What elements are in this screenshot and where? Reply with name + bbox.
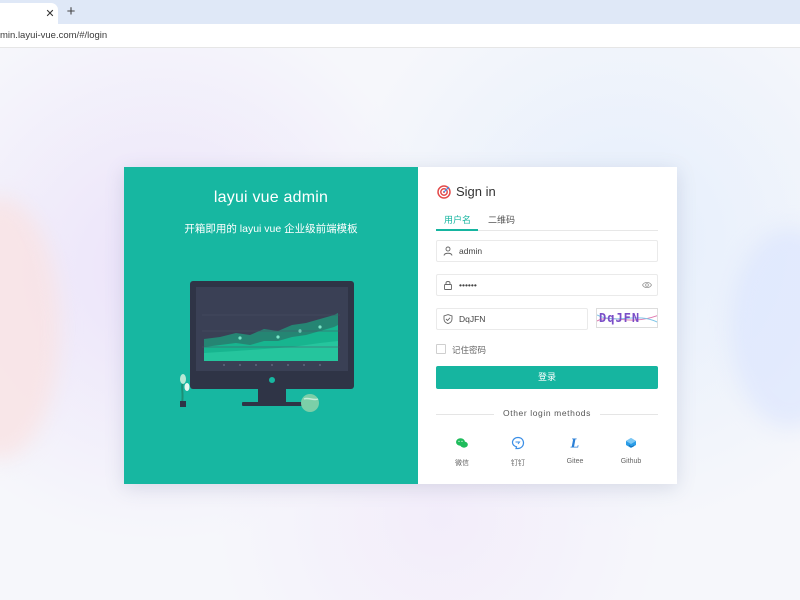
login-tabs: 用户名 二维码 [436, 209, 658, 231]
password-field[interactable]: •••••• [436, 274, 658, 296]
captcha-value[interactable]: DqJFN [459, 314, 485, 324]
tab-username[interactable]: 用户名 [444, 213, 471, 226]
captcha-field[interactable]: DqJFN [436, 308, 588, 330]
shield-check-icon [443, 314, 453, 324]
github-icon[interactable] [624, 436, 638, 450]
user-icon [443, 246, 453, 256]
brand-subtitle: 开箱即用的 layui vue 企业级前端模板 [184, 223, 358, 235]
signin-panel: Sign in 用户名 二维码 admin •••••• DqJFN DqJFN… [418, 167, 677, 484]
login-method-dingtalk[interactable]: 钉钉 [500, 433, 536, 473]
other-methods-label: Other login methods [503, 408, 591, 418]
login-button[interactable]: 登录 [436, 366, 658, 389]
dingtalk-icon[interactable] [511, 436, 525, 450]
background-blob-left [0, 198, 60, 458]
close-tab-icon[interactable]: ✕ [44, 8, 56, 20]
tab-qrcode[interactable]: 二维码 [488, 213, 515, 226]
signin-title: Sign in [456, 184, 496, 199]
active-tab-indicator [436, 229, 478, 231]
new-tab-icon[interactable]: + [64, 4, 78, 20]
remember-label[interactable]: 记住密码 [452, 344, 486, 356]
username-value[interactable]: admin [459, 246, 482, 256]
social-login-methods: 微信 钉钉 L Gitee Github [436, 433, 658, 473]
password-value[interactable]: •••••• [459, 280, 477, 290]
captcha-image[interactable]: DqJFN [596, 308, 658, 328]
wechat-icon[interactable] [455, 436, 469, 450]
brand-panel: layui vue admin 开箱即用的 layui vue 企业级前端模板 [124, 167, 418, 484]
login-method-label: 钉钉 [511, 460, 525, 467]
brand-title: layui vue admin [213, 189, 329, 206]
login-method-wechat[interactable]: 微信 [444, 433, 480, 473]
login-method-gitee[interactable]: L Gitee [557, 433, 593, 473]
eye-icon[interactable] [642, 281, 652, 289]
username-field[interactable]: admin [436, 240, 658, 262]
monitor-illustration [180, 281, 354, 412]
login-card: layui vue admin 开箱即用的 layui vue 企业级前端模板 [124, 167, 677, 484]
address-bar[interactable]: min.layui-vue.com/#/login [0, 24, 800, 48]
gitee-icon[interactable]: L [568, 436, 582, 451]
svg-text:L: L [570, 437, 579, 451]
login-method-label: Gitee [566, 458, 584, 465]
target-icon [437, 185, 451, 199]
login-method-label: 微信 [455, 460, 469, 467]
other-methods-divider: Other login methods [436, 408, 658, 420]
browser-tabstrip: ✕ + [0, 0, 800, 24]
background-blob-right [730, 228, 800, 428]
login-method-github[interactable]: Github [613, 433, 649, 473]
divider-line-left [436, 414, 494, 415]
login-method-label: Github [620, 458, 642, 465]
captcha-text: DqJFN [599, 311, 641, 325]
address-bar-url[interactable]: min.layui-vue.com/#/login [0, 30, 107, 41]
lock-icon [444, 281, 452, 290]
browser-tab[interactable]: ✕ [0, 3, 58, 24]
remember-checkbox[interactable] [436, 344, 446, 354]
divider-line-right [600, 414, 658, 415]
